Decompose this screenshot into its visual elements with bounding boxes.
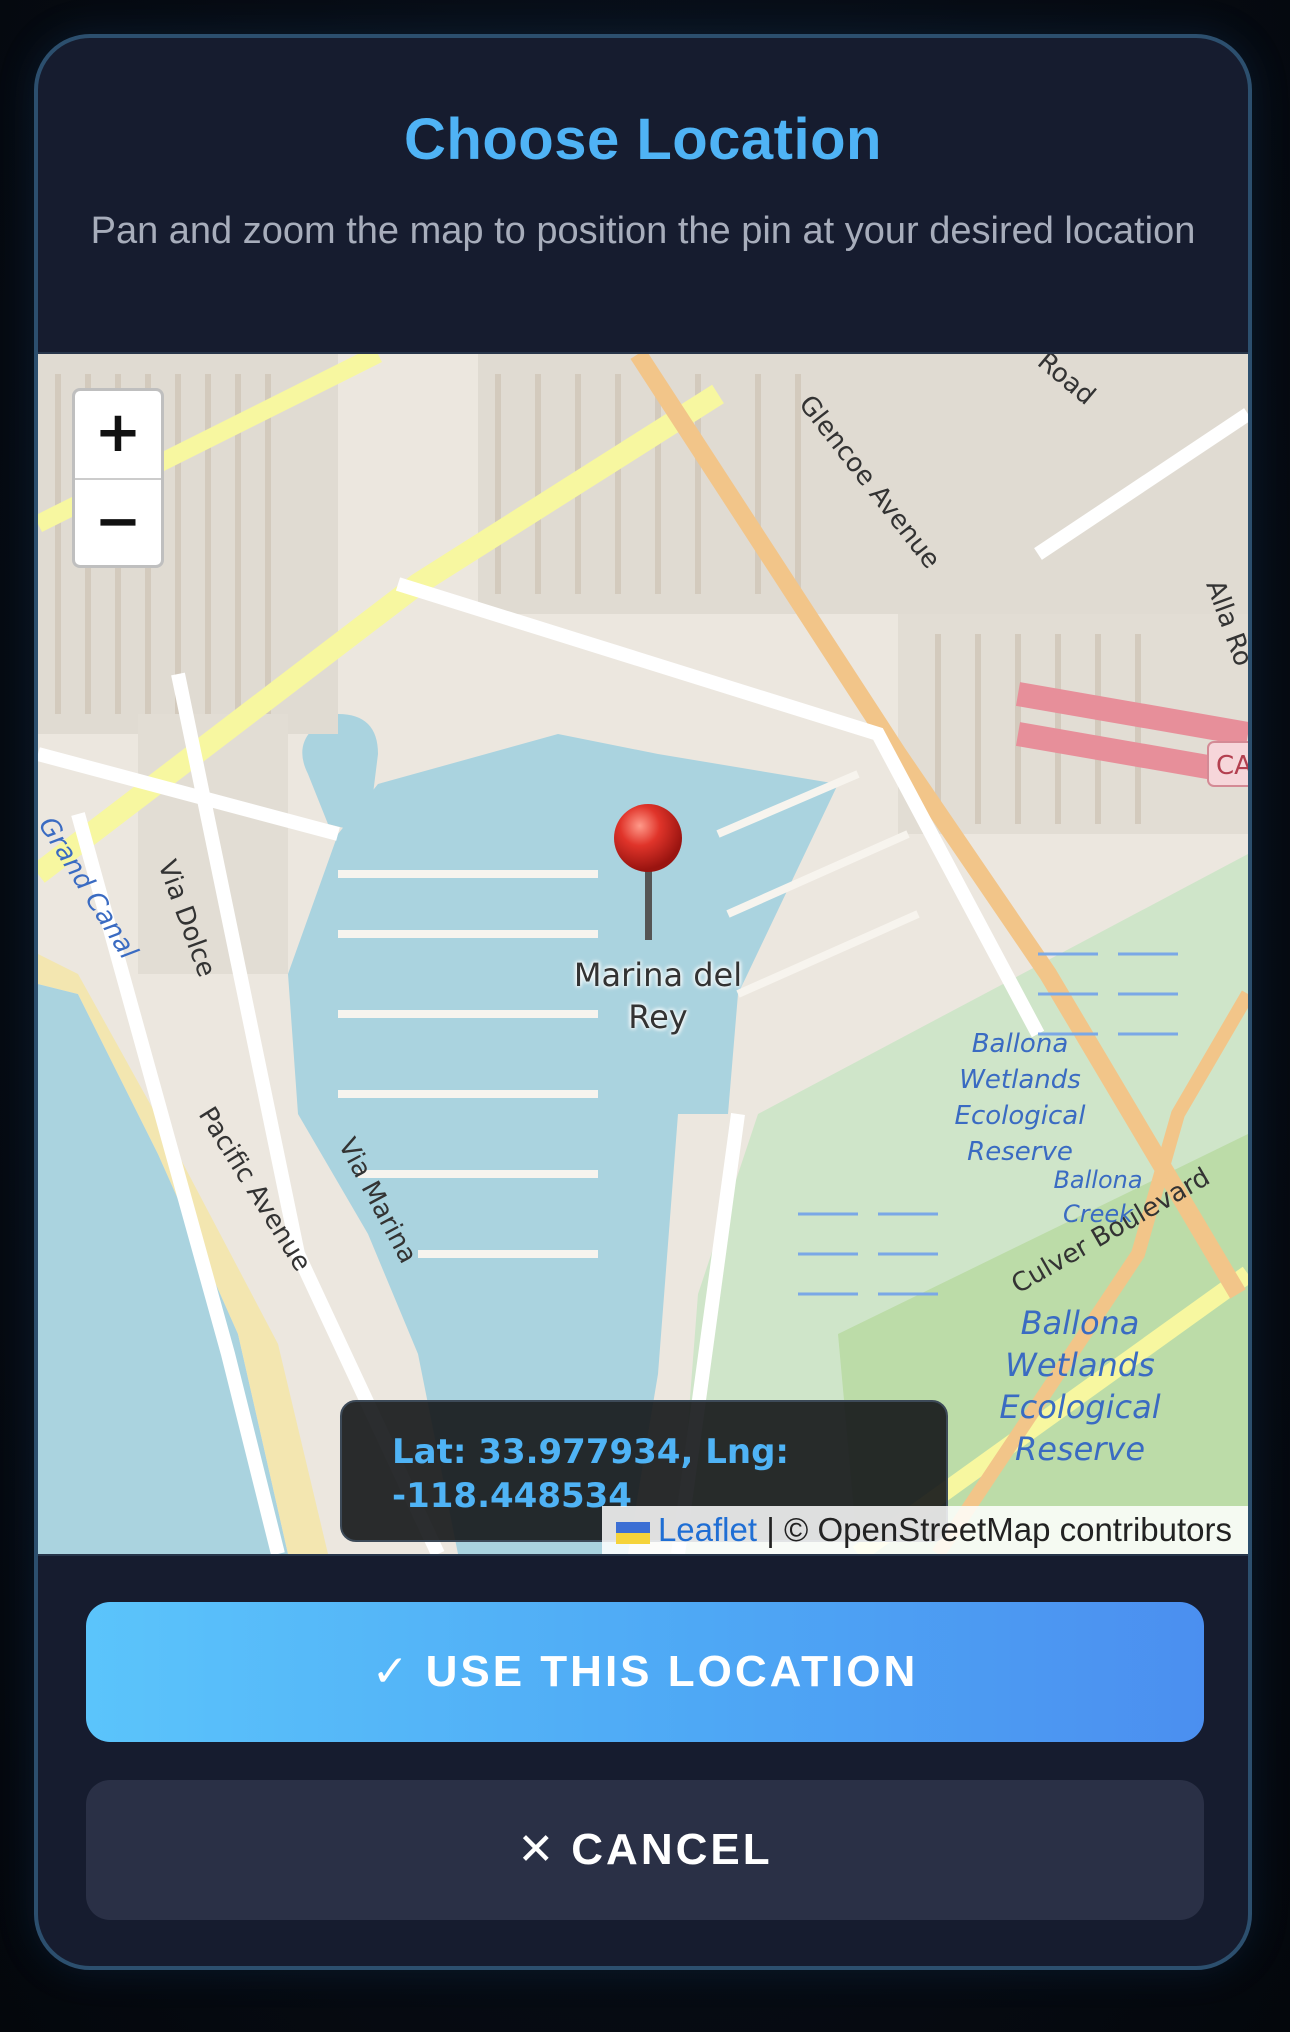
map-view[interactable]: Glencoe Avenue Road Alla Ro CA Via Dolce… [38,352,1248,1556]
close-icon: ✕ [517,1824,558,1875]
label-ballona1-l2: Wetlands [959,1065,1081,1095]
zoom-out-button[interactable]: − [75,480,161,567]
zoom-control: + − [72,388,164,568]
location-picker-modal: Choose Location Pan and zoom the map to … [34,34,1252,1970]
place-label: Marina del Rey [558,954,758,1038]
osm-attribution-link[interactable]: © OpenStreetMap contributors [784,1511,1232,1548]
label-ballona1-l4: Reserve [967,1137,1073,1167]
label-ballona2-l2: Wetlands [1005,1346,1155,1384]
place-label-line2: Rey [628,998,688,1036]
attribution-separator: | [757,1511,784,1548]
label-ballona2-l3: Ecological [999,1388,1160,1426]
label-creek-l2: Creek [1063,1200,1134,1228]
label-creek-l1: Ballona [1053,1166,1142,1194]
modal-title: Choose Location [404,107,882,172]
place-label-line1: Marina del [573,956,743,994]
cancel-label: CANCEL [571,1825,773,1874]
cancel-button[interactable]: ✕ CANCEL [86,1780,1204,1920]
modal-subtitle: Pan and zoom the map to position the pin… [90,210,1196,252]
checkmark-icon: ✓ [371,1646,412,1697]
use-this-location-button[interactable]: ✓ USE THIS LOCATION [86,1602,1204,1742]
leaflet-link[interactable]: Leaflet [658,1511,757,1548]
label-ballona2-l1: Ballona [1021,1304,1140,1342]
use-this-location-label: USE THIS LOCATION [425,1647,919,1696]
map-pin-icon [614,804,682,940]
coordinates-line1: Lat: 33.977934, Lng: [392,1432,790,1472]
map-attribution: Leaflet | © OpenStreetMap contributors [601,1506,1248,1554]
label-ballona2-l4: Reserve [1015,1430,1145,1468]
label-ballona1-l3: Ecological [955,1101,1087,1131]
ukraine-flag-icon [615,1522,650,1544]
label-ballona1-l1: Ballona [972,1029,1069,1059]
label-ca: CA [1216,751,1248,781]
zoom-in-button[interactable]: + [75,391,161,480]
modal-header: Choose Location Pan and zoom the map to … [38,38,1248,352]
